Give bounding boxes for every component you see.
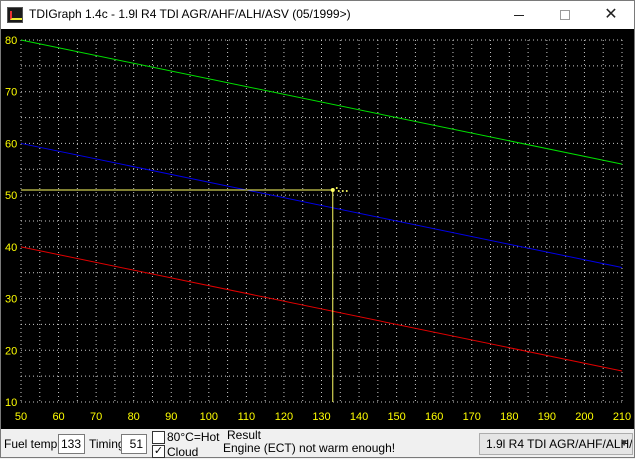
engine-select[interactable]: 1.9l R4 TDI AGR/AHF/ALH/ASV ▼ [479,433,633,455]
app-chart-icon[interactable] [7,7,23,23]
x-tick-label: 150 [387,411,405,423]
y-tick-label: 30 [5,294,17,306]
y-tick-label: 10 [5,397,17,409]
maximize-button[interactable] [542,1,588,29]
x-tick-label: 120 [275,411,293,423]
cloud-dot [341,189,344,192]
cloud-dot [345,189,348,192]
x-tick-label: 50 [15,411,27,423]
hot-checkbox[interactable] [152,431,165,444]
fuel-timing-chart[interactable]: 50 60 70 80 90 100 110 120 130 140 150 160 170 180 190… [1,29,634,429]
chart-grid [20,39,623,403]
chart-ticks: 50 60 70 80 90 100 110 120 130 140 150 160 170 180 190… [5,35,631,423]
hot-checkbox-label[interactable]: 80°C=Hot [167,430,220,444]
chart-area[interactable]: 50 60 70 80 90 100 110 120 130 140 150 160 170 180 190… [1,29,634,429]
engine-select-value: 1.9l R4 TDI AGR/AHF/ALH/ASV [486,437,633,451]
x-tick-label: 210 [613,411,631,423]
x-tick-label: 180 [500,411,518,423]
y-tick-label: 60 [5,138,17,150]
x-tick-label: 160 [425,411,443,423]
y-tick-label: 50 [5,190,17,202]
minimize-button[interactable] [496,1,542,29]
y-tick-label: 20 [5,345,17,357]
app-window: TDIGraph 1.4c - 1.9l R4 TDI AGR/AHF/ALH/… [0,0,635,459]
cloud-dot [337,189,340,192]
y-tick-label: 40 [5,242,17,254]
x-tick-label: 60 [52,411,64,423]
close-button[interactable]: ✕ [588,1,634,29]
chevron-down-icon: ▼ [619,438,629,449]
x-tick-label: 70 [90,411,102,423]
result-text: Engine (ECT) not warm enough! [223,441,396,455]
fuel-temp-label: Fuel temp [4,437,58,451]
cloud-checkbox-label[interactable]: Cloud [167,445,198,459]
chart-cursor [21,186,348,402]
series-line [20,39,623,165]
x-tick-label: 80 [128,411,140,423]
x-tick-label: 190 [538,411,556,423]
x-tick-label: 140 [350,411,368,423]
cloud-checkbox[interactable]: ✓ [152,445,165,458]
status-bar: Fuel temp 133 Timing 51 80°C=Hot ✓ Cloud… [1,428,634,459]
cloud-dot [335,186,338,189]
cursor-point [330,187,335,192]
title-bar[interactable]: TDIGraph 1.4c - 1.9l R4 TDI AGR/AHF/ALH/… [1,1,634,29]
x-tick-label: 90 [165,411,177,423]
checkmark-icon: ✓ [153,445,164,457]
chart-series [20,39,623,372]
window-title: TDIGraph 1.4c - 1.9l R4 TDI AGR/AHF/ALH/… [29,7,351,21]
close-icon: ✕ [604,6,618,23]
timing-label: Timing [89,437,125,451]
x-tick-label: 100 [200,411,218,423]
maximize-icon [560,10,570,20]
x-tick-label: 170 [463,411,481,423]
x-tick-label: 200 [575,411,593,423]
y-tick-label: 80 [5,35,17,47]
timing-field[interactable]: 51 [121,434,147,454]
minimize-icon [514,14,524,16]
x-tick-label: 110 [238,411,256,423]
result-label: Result [227,428,262,442]
y-tick-label: 70 [5,87,17,99]
x-tick-label: 130 [312,411,330,423]
fuel-temp-field[interactable]: 133 [58,434,85,454]
